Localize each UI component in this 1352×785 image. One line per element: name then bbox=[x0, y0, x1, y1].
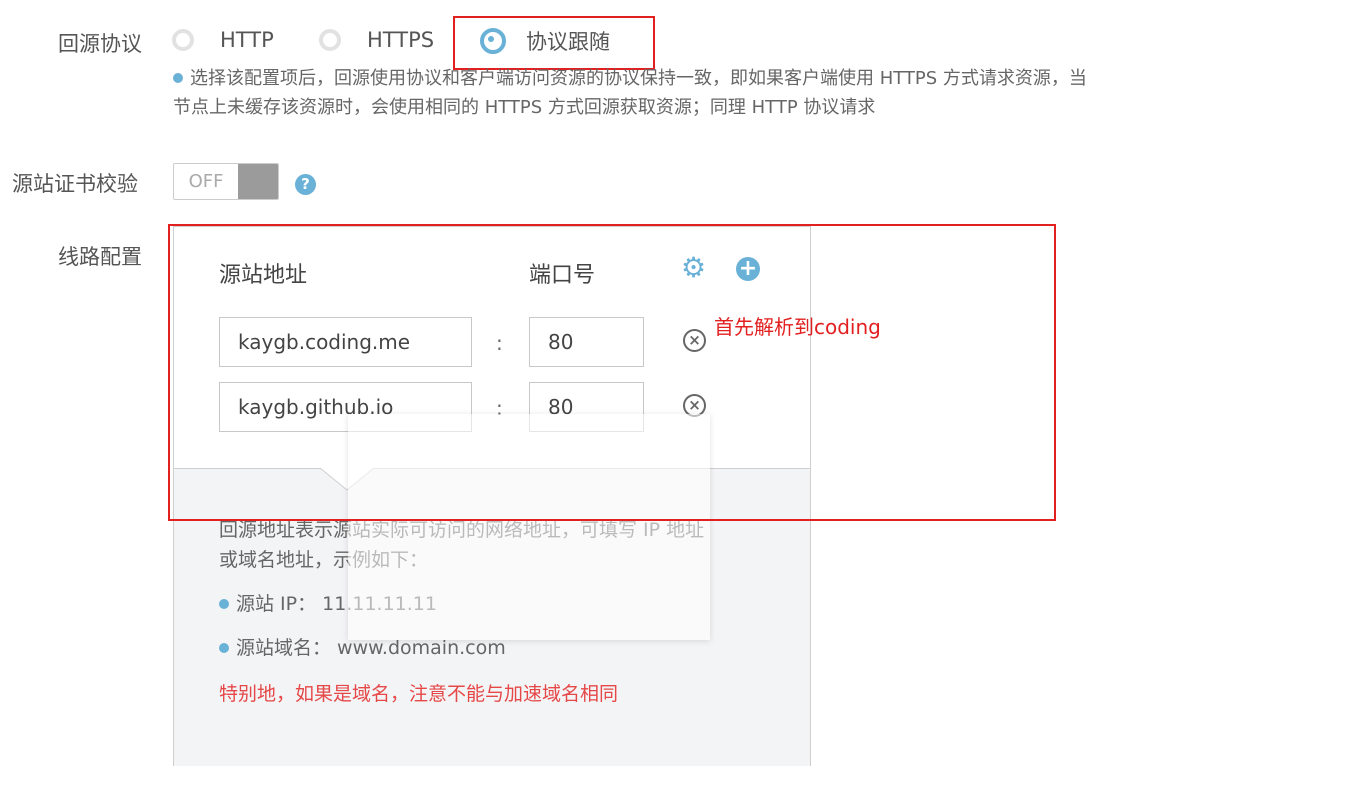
bullet-dot bbox=[219, 599, 229, 609]
radio-http-label: HTTP bbox=[220, 28, 274, 52]
bullet-dot bbox=[219, 643, 229, 653]
radio-http[interactable]: HTTP bbox=[172, 28, 274, 52]
radio-http-circle[interactable] bbox=[172, 29, 194, 51]
hint-line-1: 选择该配置项后，回源使用协议和客户端访问资源的协议保持一致，即如果客户端使用 H… bbox=[190, 68, 1087, 89]
line-config-label: 线路配置 bbox=[58, 245, 142, 269]
annotation-box-protocol bbox=[453, 16, 655, 70]
annotation-box-line-config bbox=[168, 224, 1056, 521]
toggle-state-text: OFF bbox=[188, 171, 224, 192]
hint-line-2: 节点上未缓存该资源时，会使用相同的 HTTPS 方式回源获取资源；同理 HTTP… bbox=[173, 97, 876, 118]
cert-check-toggle[interactable]: OFF bbox=[173, 163, 279, 200]
domain-example-text: 源站域名： www.domain.com bbox=[236, 637, 506, 659]
annotation-text: 首先解析到coding bbox=[714, 315, 881, 339]
cert-check-label: 源站证书校验 bbox=[12, 172, 138, 196]
bullet-dot bbox=[173, 73, 183, 83]
radio-https[interactable]: HTTPS bbox=[319, 28, 434, 52]
radio-https-circle[interactable] bbox=[319, 29, 341, 51]
help-icon[interactable]: ? bbox=[295, 174, 316, 195]
origin-protocol-label: 回源协议 bbox=[58, 32, 142, 56]
toggle-knob[interactable] bbox=[238, 164, 278, 199]
domain-warning: 特别地，如果是域名，注意不能与加速域名相同 bbox=[219, 683, 619, 705]
radio-https-label: HTTPS bbox=[367, 28, 435, 52]
origin-protocol-hint: 选择该配置项后，回源使用协议和客户端访问资源的协议保持一致，即如果客户端使用 H… bbox=[173, 64, 1273, 122]
